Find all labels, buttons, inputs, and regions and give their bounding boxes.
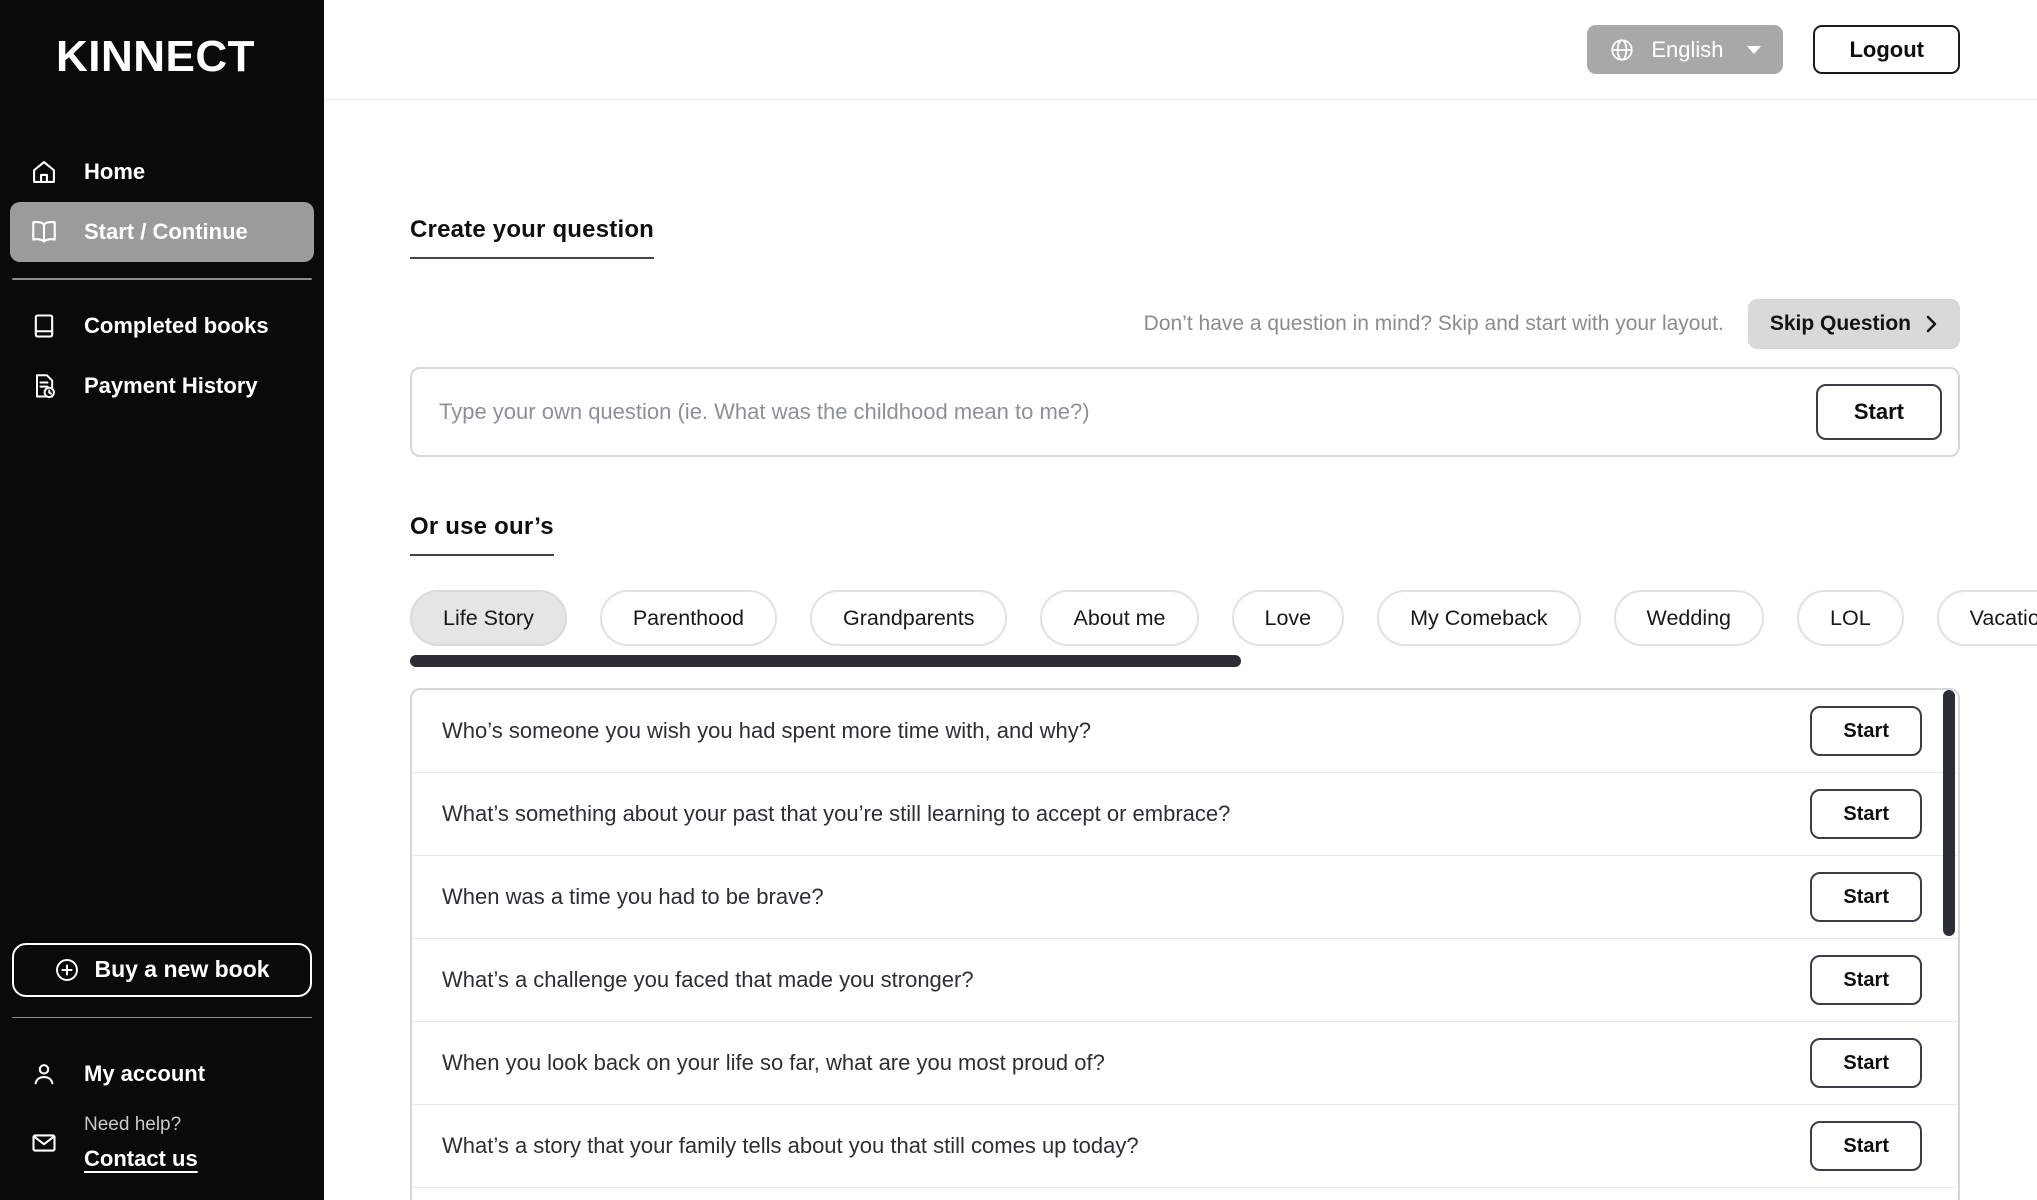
- category-pill-wedding[interactable]: Wedding: [1614, 590, 1764, 646]
- category-pill-lol[interactable]: LOL: [1797, 590, 1904, 646]
- chevron-right-icon: [1925, 314, 1938, 334]
- question-row: When you look back on your life so far, …: [412, 1022, 1958, 1105]
- question-text: Who’s someone you wish you had spent mor…: [442, 718, 1091, 744]
- sidebar-item-payment-history[interactable]: Payment History: [10, 356, 314, 416]
- skip-question-button[interactable]: Skip Question: [1748, 299, 1960, 349]
- question-start-button[interactable]: Start: [1810, 1038, 1922, 1088]
- category-pill-life-story[interactable]: Life Story: [410, 590, 567, 646]
- plus-circle-icon: [54, 957, 80, 983]
- skip-row: Don’t have a question in mind? Skip and …: [410, 299, 1960, 349]
- sidebar-item-home[interactable]: Home: [10, 142, 314, 202]
- sidebar-divider: [12, 1017, 312, 1019]
- chevron-down-icon: [1745, 44, 1763, 56]
- help-block: Need help? Contact us: [10, 1104, 314, 1172]
- sidebar-item-label: Payment History: [84, 373, 258, 399]
- category-pill-vacations[interactable]: Vacations: [1937, 590, 2037, 646]
- kinnect-logo: KINNECT: [56, 32, 314, 82]
- payment-history-icon: [30, 372, 58, 400]
- question-text: What’s a story that your family tells ab…: [442, 1133, 1139, 1159]
- category-pill-about-me[interactable]: About me: [1040, 590, 1198, 646]
- create-question-title: Create your question: [410, 216, 654, 259]
- question-row: What’s something about your past that yo…: [412, 773, 1958, 856]
- sidebar-item-label: Completed books: [84, 313, 269, 339]
- sidebar: KINNECT Home Start / Continue: [0, 0, 324, 1200]
- sidebar-nav: Home Start / Continue Completed books: [10, 142, 314, 416]
- sidebar-item-start-continue[interactable]: Start / Continue: [10, 202, 314, 262]
- topbar: English Logout: [324, 0, 2037, 100]
- questions-vertical-scrollbar[interactable]: [1943, 690, 1955, 936]
- sidebar-item-my-account[interactable]: My account: [10, 1044, 314, 1104]
- envelope-icon: [30, 1129, 58, 1157]
- question-text: When you look back on your life so far, …: [442, 1050, 1105, 1076]
- buy-new-book-label: Buy a new book: [94, 956, 269, 983]
- question-row: What’s a challenge you faced that made y…: [412, 939, 1958, 1022]
- user-icon: [30, 1060, 58, 1088]
- category-pill-grandparents[interactable]: Grandparents: [810, 590, 1007, 646]
- question-start-button[interactable]: Start: [1810, 872, 1922, 922]
- question-row: When was a time you had to be brave? Sta…: [412, 856, 1958, 939]
- question-input-container: Start: [410, 367, 1960, 457]
- pills-horizontal-scrollbar[interactable]: [410, 655, 1241, 667]
- category-pill-love[interactable]: Love: [1232, 590, 1345, 646]
- home-icon: [30, 158, 58, 186]
- need-help-text: Need help?: [84, 1114, 198, 1136]
- use-ours-title: Or use our’s: [410, 513, 554, 556]
- sidebar-item-label: My account: [84, 1061, 205, 1087]
- question-start-button[interactable]: Start: [1810, 955, 1922, 1005]
- category-pill-parenthood[interactable]: Parenthood: [600, 590, 777, 646]
- question-row: Who’s someone you wish you had spent mor…: [412, 690, 1958, 773]
- question-input[interactable]: [439, 399, 1816, 425]
- input-start-button[interactable]: Start: [1816, 384, 1942, 440]
- open-book-icon: [30, 218, 58, 246]
- sidebar-item-label: Start / Continue: [84, 219, 248, 245]
- sidebar-spacer: [10, 416, 314, 943]
- skip-question-label: Skip Question: [1770, 312, 1911, 336]
- question-start-button[interactable]: Start: [1810, 789, 1922, 839]
- category-pills-row: Life Story Parenthood Grandparents About…: [410, 589, 2037, 647]
- sidebar-divider: [12, 278, 312, 280]
- skip-hint-text: Don’t have a question in mind? Skip and …: [1144, 312, 1724, 336]
- question-text: What’s something about your past that yo…: [442, 801, 1230, 827]
- buy-new-book-button[interactable]: Buy a new book: [12, 943, 312, 997]
- question-row-partial: Start: [412, 1188, 1958, 1200]
- question-row: What’s a story that your family tells ab…: [412, 1105, 1958, 1188]
- category-pill-my-comeback[interactable]: My Comeback: [1377, 590, 1580, 646]
- question-start-button[interactable]: Start: [1810, 1121, 1922, 1171]
- question-text: When was a time you had to be brave?: [442, 884, 824, 910]
- language-dropdown[interactable]: English: [1587, 25, 1783, 74]
- sidebar-item-completed-books[interactable]: Completed books: [10, 296, 314, 356]
- suggested-questions-list: Who’s someone you wish you had spent mor…: [410, 688, 1960, 1200]
- sidebar-item-label: Home: [84, 159, 145, 185]
- language-label: English: [1651, 37, 1723, 63]
- question-text: What’s a challenge you faced that made y…: [442, 967, 974, 993]
- contact-us-link[interactable]: Contact us: [84, 1146, 198, 1172]
- question-start-button[interactable]: Start: [1810, 706, 1922, 756]
- logout-button[interactable]: Logout: [1813, 25, 1960, 74]
- globe-icon: [1609, 37, 1635, 63]
- main-content: Create your question Don’t have a questi…: [324, 100, 2037, 1200]
- book-icon: [30, 312, 58, 340]
